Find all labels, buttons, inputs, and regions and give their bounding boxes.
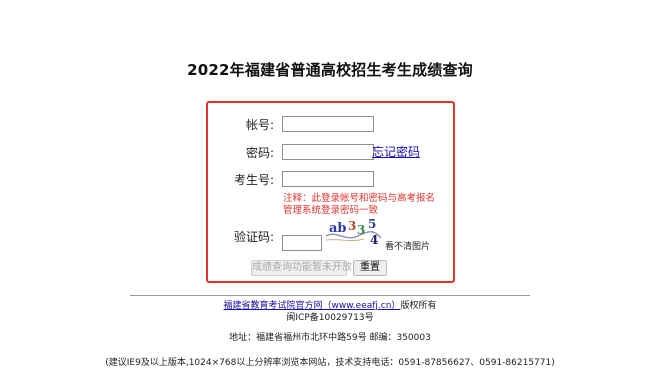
footer-address: 地址：福建省福州市北环中路59号 邮编：350003 <box>229 333 431 343</box>
icp-number: 闽ICP备10029713号 <box>286 313 374 323</box>
account-label: 帐号: <box>245 118 274 132</box>
captcha-char-1: ab <box>329 221 347 236</box>
footer-recommendation: (建议IE9及以上版本,1024×768以上分辨率浏览本网站，技术支持电话：05… <box>105 358 555 368</box>
password-input[interactable] <box>282 144 374 160</box>
captcha-char-5: 4 <box>370 233 378 246</box>
captcha-label: 验证码: <box>233 230 274 244</box>
captcha-char-2: 3 <box>348 219 356 233</box>
captcha-input[interactable] <box>282 235 322 251</box>
exam-number-input[interactable] <box>282 171 374 187</box>
page-title: 2022年福建省普通高校招生考生成绩查询 <box>187 61 473 79</box>
captcha-char-3: 3 <box>357 223 365 237</box>
captcha-refresh-link[interactable]: 看不清图片 <box>385 239 430 252</box>
account-input[interactable] <box>282 116 374 132</box>
query-scores-button[interactable]: 成绩查询功能暂未开放 <box>251 260 352 276</box>
captcha-char-4: 5 <box>368 217 376 231</box>
forgot-password-link[interactable]: 忘记密码 <box>372 143 420 160</box>
footer-divider <box>130 295 530 296</box>
captcha-image[interactable]: ab 3 3 5 4 <box>324 216 382 246</box>
login-notice-line-1: 注释：此登录帐号和密码与高考报名 <box>283 193 436 204</box>
login-notice: 注释：此登录帐号和密码与高考报名 管理系统登录密码一致 <box>283 193 435 217</box>
exam-number-label: 考生号: <box>233 173 274 187</box>
reset-button[interactable]: 重置 <box>353 260 387 276</box>
password-label: 密码: <box>245 146 274 160</box>
